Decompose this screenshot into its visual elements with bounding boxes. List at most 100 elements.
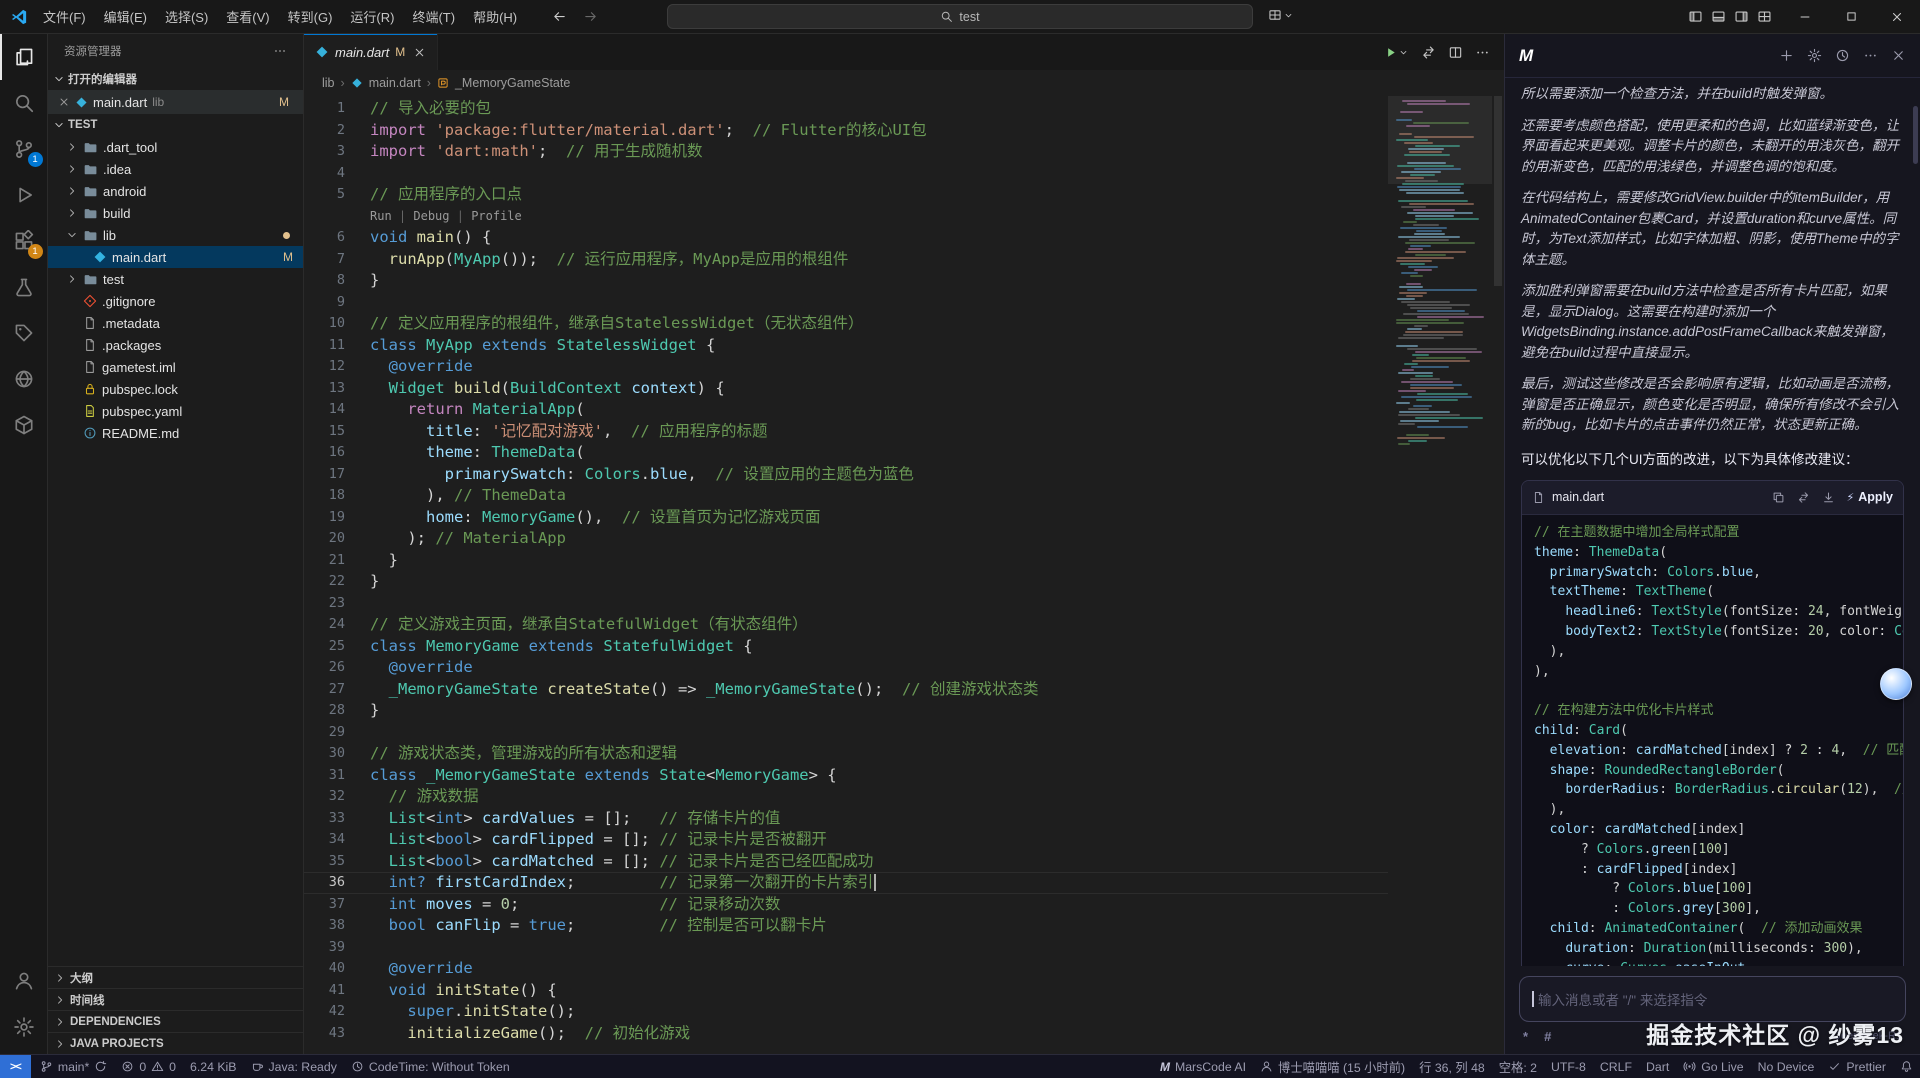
status-cursor-position[interactable]: 行 36, 列 48 [1412,1055,1492,1078]
close-window-button[interactable] [1874,0,1920,34]
line-number[interactable]: 25 [304,636,370,658]
code-line[interactable]: 19 home: MemoryGame(), // 设置首页为记忆游戏页面 [304,507,1388,529]
code-line[interactable]: 24// 定义游戏主页面，继承自StatefulWidget（有状态组件） [304,614,1388,636]
line-number[interactable]: 31 [304,765,370,787]
status-branch[interactable]: main* [33,1055,114,1078]
activity-search[interactable] [0,80,48,126]
tab-main-dart[interactable]: main.dart M [304,34,438,70]
activity-remote-explorer[interactable] [0,356,48,402]
code-line[interactable]: 6void main() { [304,227,1388,249]
sidebar-more-icon[interactable] [273,44,287,58]
editor-scrollbar[interactable] [1492,96,1504,1054]
status-notifications[interactable] [1893,1055,1920,1078]
line-number[interactable]: 2 [304,120,370,142]
code-line[interactable]: 38 bool canFlip = true; // 控制是否可以翻卡片 [304,915,1388,937]
forward-icon[interactable] [583,9,598,24]
line-number[interactable]: 12 [304,356,370,378]
toggle-sidebar-icon[interactable] [1688,9,1703,24]
diff-icon[interactable] [1797,491,1810,504]
line-number[interactable]: 4 [304,163,370,185]
status-prettier[interactable]: Prettier [1821,1055,1893,1078]
minimap[interactable] [1388,96,1492,1054]
menu-item-0[interactable]: 文件(F) [34,0,95,33]
file-main.dart[interactable]: main.dartM [48,246,303,268]
code-line[interactable]: 30// 游戏状态类，管理游戏的所有状态和逻辑 [304,743,1388,765]
line-number[interactable]: 23 [304,593,370,615]
sidebar-section-3[interactable]: JAVA PROJECTS [48,1032,303,1054]
menu-item-6[interactable]: 终端(T) [403,0,464,33]
line-number[interactable]: 27 [304,679,370,701]
line-number[interactable]: 8 [304,270,370,292]
code-line[interactable]: 21 } [304,550,1388,572]
breadcrumb-symbol[interactable]: _MemoryGameState [455,76,570,90]
open-changes-icon[interactable] [1421,45,1436,60]
settings-icon[interactable] [1807,48,1822,63]
status-go-live[interactable]: Go Live [1676,1055,1750,1078]
code-line[interactable]: 7 runApp(MyApp()); // 运行应用程序，MyApp是应用的根组… [304,249,1388,271]
line-number[interactable]: 18 [304,485,370,507]
line-number[interactable]: 3 [304,141,370,163]
file-pubspec.lock[interactable]: pubspec.lock [48,378,303,400]
code-line[interactable]: 15 title: '记忆配对游戏', // 应用程序的标题 [304,421,1388,443]
line-number[interactable]: 34 [304,829,370,851]
line-number[interactable]: 42 [304,1001,370,1023]
history-icon[interactable] [1835,48,1850,63]
code-line[interactable]: 1// 导入必要的包 [304,98,1388,120]
activity-dependencies[interactable] [0,402,48,448]
menu-item-7[interactable]: 帮助(H) [464,0,526,33]
close-icon[interactable] [58,96,70,108]
code-scroll[interactable]: 1// 导入必要的包2import 'package:flutter/mater… [304,96,1388,1054]
line-number[interactable]: 19 [304,507,370,529]
line-number[interactable]: 14 [304,399,370,421]
activity-bookmarks[interactable] [0,310,48,356]
file-.metadata[interactable]: .metadata [48,312,303,334]
activity-run-debug[interactable] [0,172,48,218]
code-line[interactable]: 25class MemoryGame extends StatefulWidge… [304,636,1388,658]
line-number[interactable]: 6 [304,227,370,249]
code-line[interactable]: 29 [304,722,1388,744]
toggle-panel-icon[interactable] [1711,9,1726,24]
line-number[interactable]: 17 [304,464,370,486]
line-number[interactable]: 43 [304,1023,370,1045]
code-line[interactable]: 31class _MemoryGameState extends State<M… [304,765,1388,787]
activity-explorer[interactable] [0,34,48,80]
run-options-icon[interactable] [1398,47,1409,58]
codelens-row[interactable]: Run | Debug | Profile [304,206,1388,228]
command-center-search[interactable]: test [667,4,1253,29]
status-indentation[interactable]: 空格: 2 [1492,1055,1544,1078]
status-java-status[interactable]: Java: Ready [244,1055,344,1078]
scrollbar-thumb[interactable] [1494,96,1502,286]
code-line[interactable]: 10// 定义应用程序的根组件，继承自StatelessWidget（无状态组件… [304,313,1388,335]
new-chat-icon[interactable] [1779,48,1794,63]
line-number[interactable]: 26 [304,657,370,679]
toggle-secondary-sidebar-icon[interactable] [1734,9,1749,24]
line-number[interactable]: 38 [304,915,370,937]
line-number[interactable]: 22 [304,571,370,593]
sidebar-section-2[interactable]: DEPENDENCIES [48,1010,303,1032]
status-language-mode[interactable]: Dart [1639,1055,1676,1078]
command-center-options[interactable] [1268,8,1294,22]
code-line[interactable]: 18 ), // ThemeData [304,485,1388,507]
more-icon[interactable] [1863,48,1878,63]
assistant-scrollbar-thumb[interactable] [1913,106,1918,164]
sidebar-section-0[interactable]: 大纲 [48,966,303,988]
code-line[interactable]: 42 super.initState(); [304,1001,1388,1023]
line-number[interactable]: 40 [304,958,370,980]
status-marscode-ai[interactable]: MMarsCode AI [1153,1055,1253,1078]
code-line[interactable]: 33 List<int> cardValues = []; // 存储卡片的值 [304,808,1388,830]
code-line[interactable]: 41 void initState() { [304,980,1388,1002]
code-line[interactable]: 14 return MaterialApp( [304,399,1388,421]
menu-item-5[interactable]: 运行(R) [341,0,403,33]
code-line[interactable]: 12 @override [304,356,1388,378]
activity-extensions[interactable]: 1 [0,218,48,264]
tab-close-icon[interactable] [413,46,426,59]
close-panel-icon[interactable] [1891,48,1906,63]
line-number[interactable]: 36 [304,872,370,894]
skills-icon[interactable]: * [1523,1029,1528,1044]
breadcrumb-folder[interactable]: lib [322,76,335,90]
code-line[interactable]: 13 Widget build(BuildContext context) { [304,378,1388,400]
code-line[interactable]: 43 initializeGame(); // 初始化游戏 [304,1023,1388,1045]
menu-item-4[interactable]: 转到(G) [279,0,342,33]
open-editor-item[interactable]: main.dartlibM [48,90,303,114]
line-number[interactable]: 21 [304,550,370,572]
